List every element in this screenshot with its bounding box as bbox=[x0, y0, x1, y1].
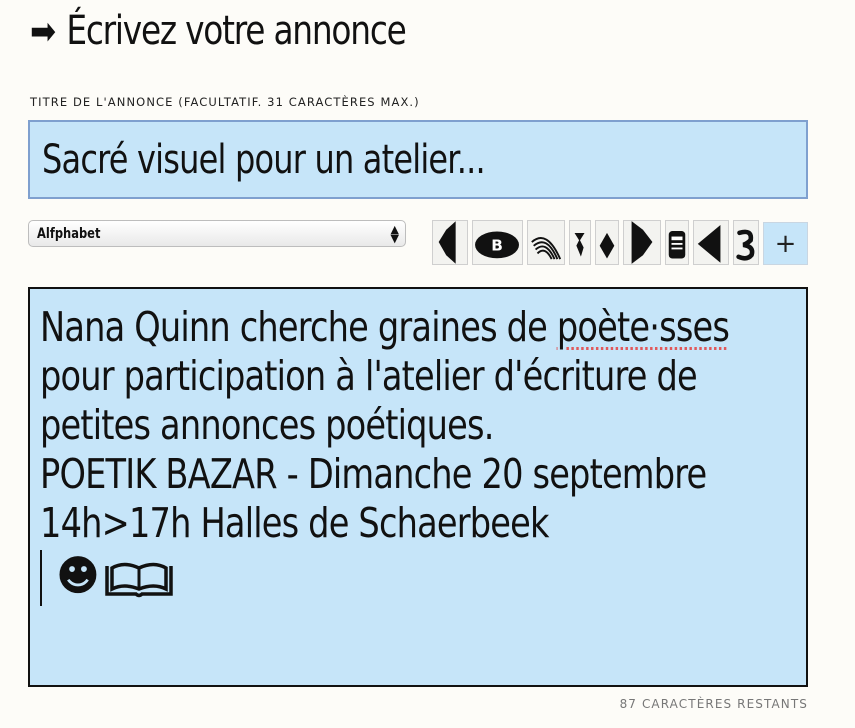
body-line: Nana Quinn cherche graines de poète·sses bbox=[40, 303, 730, 352]
body-line-text: Nana Quinn cherche graines de bbox=[40, 303, 557, 351]
title-field-label: Titre de l'annonce (facultatif. 31 carac… bbox=[30, 95, 420, 109]
add-glyph-button[interactable]: + bbox=[763, 222, 808, 265]
misspelled-word: poète·sses bbox=[556, 303, 730, 351]
right-arrow-icon: ➡ bbox=[30, 9, 56, 53]
ellipse-b-icon[interactable]: B bbox=[472, 220, 523, 265]
half-lozenge-right-icon[interactable] bbox=[623, 220, 661, 265]
font-select[interactable]: Alfphabet ▲ ▼ bbox=[28, 220, 406, 247]
sprout-icon[interactable] bbox=[569, 220, 591, 265]
emoji-row: ☻ bbox=[40, 550, 796, 606]
select-arrows-icon: ▲ ▼ bbox=[390, 222, 399, 245]
numeral-3-icon[interactable] bbox=[733, 220, 759, 265]
body-line: 14h>17h Halles de Schaerbeek bbox=[40, 499, 549, 547]
page-heading: ➡ Écrivez votre annonce bbox=[30, 8, 407, 54]
body-line: pour participation à l'atelier d'écritur… bbox=[40, 352, 698, 400]
arrowhead-left-icon[interactable] bbox=[693, 220, 729, 265]
ad-title-value: Sacré visuel pour un atelier... bbox=[42, 136, 486, 183]
arc-lines-icon[interactable] bbox=[527, 220, 565, 265]
smiley-icon: ☻ bbox=[56, 551, 100, 600]
ad-body-textarea[interactable]: Nana Quinn cherche graines de poète·sses… bbox=[28, 287, 808, 687]
font-select-value: Alfphabet bbox=[37, 225, 101, 242]
book-icon bbox=[105, 562, 173, 598]
jar-icon[interactable] bbox=[665, 220, 689, 265]
svg-text:B: B bbox=[491, 237, 503, 255]
page-title: Écrivez votre annonce bbox=[66, 8, 406, 54]
text-caret bbox=[40, 550, 42, 606]
body-line: petites annonces poétiques. bbox=[40, 401, 494, 449]
half-lozenge-left-icon[interactable] bbox=[432, 220, 468, 265]
ad-title-input[interactable]: Sacré visuel pour un atelier... bbox=[28, 120, 808, 199]
diamond-icon[interactable] bbox=[595, 220, 619, 265]
body-line: POETIK BAZAR - Dimanche 20 septembre bbox=[40, 450, 707, 498]
remaining-characters: 87 caractères restants bbox=[619, 697, 808, 711]
